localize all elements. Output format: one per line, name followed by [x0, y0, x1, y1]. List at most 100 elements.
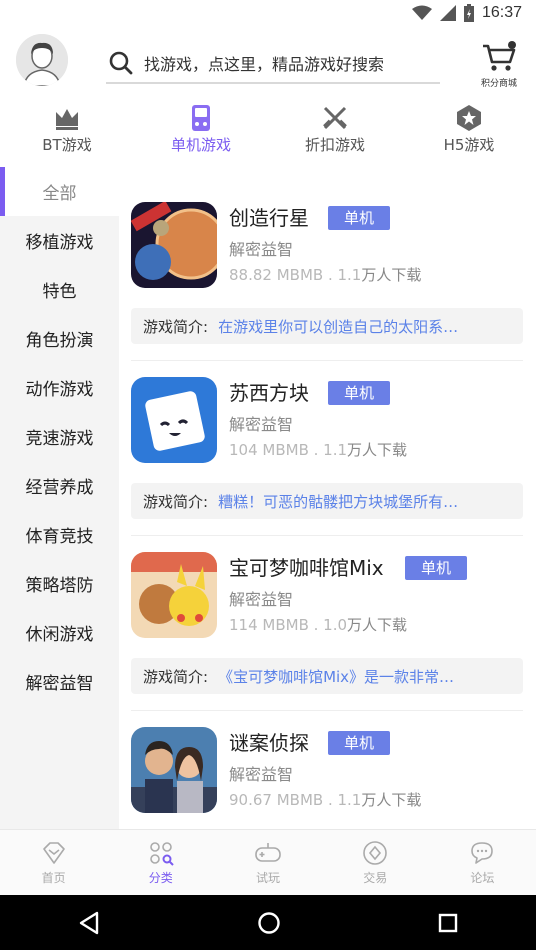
game-downloads: 万人下载: [361, 266, 422, 284]
bottom-tab-trade[interactable]: 交易: [322, 830, 429, 895]
tab-label: H5游戏: [443, 136, 495, 154]
bottom-tab-trial[interactable]: 试玩: [214, 830, 321, 895]
crossed-swords-icon: [323, 106, 347, 130]
bottom-tab-forum[interactable]: 论坛: [429, 830, 536, 895]
divider: [131, 535, 523, 536]
category-grid-icon: [149, 842, 174, 866]
list-item[interactable]: 宝可梦咖啡馆Mix 单机 解密益智 114 MBMB . 1.0万人下载 游戏简…: [131, 540, 523, 715]
bottom-tab-category[interactable]: 分类: [107, 830, 214, 895]
game-title: 谜案侦探: [229, 731, 309, 755]
standalone-badge: 单机: [328, 381, 391, 405]
game-intro[interactable]: 游戏简介: 糟糕！可恶的骷髅把方块城堡所有…: [131, 483, 523, 519]
game-meta: 90.67 MBMB . 1.1万人下载: [229, 789, 421, 810]
game-category: 解密益智: [229, 240, 294, 259]
standalone-badge: 单机: [328, 731, 391, 755]
gamepad-icon: [255, 843, 281, 862]
bottom-tab-home[interactable]: 首页: [0, 830, 107, 895]
recents-icon[interactable]: [438, 913, 458, 933]
game-size: 90.67 MBMB . 1.1: [229, 791, 362, 809]
intro-text[interactable]: 在游戏里你可以创造自己的太阳系…: [218, 316, 458, 337]
tab-label: 单机游戏: [170, 136, 231, 154]
back-icon[interactable]: [78, 911, 100, 935]
sidebar-item-racing[interactable]: 竞速游戏: [0, 412, 119, 461]
game-downloads: 万人下载: [347, 441, 408, 459]
intro-label: 游戏简介:: [143, 317, 209, 336]
header: 找游戏，点这里，精品游戏好搜索 积分商城: [0, 26, 536, 96]
bottom-tab-label: 试玩: [256, 871, 281, 885]
game-downloads: 万人下载: [361, 791, 422, 809]
search-bar[interactable]: 找游戏，点这里，精品游戏好搜索: [106, 44, 440, 84]
system-nav-bar: [0, 895, 536, 950]
gameboy-icon: [192, 105, 210, 131]
game-size: 114 MBMB . 1.0: [229, 616, 348, 634]
game-intro[interactable]: 游戏简介: 《宝可梦咖啡馆Mix》是一款非常…: [131, 658, 523, 694]
cart-icon: [483, 41, 516, 71]
game-title: 创造行星: [229, 206, 309, 230]
tab-label: 折扣游戏: [304, 136, 365, 154]
sidebar-item-ported[interactable]: 移植游戏: [0, 216, 119, 265]
game-size: 88.82 MBMB . 1.1: [229, 266, 362, 284]
category-tabs: BT游戏 单机游戏 折扣游戏 H5游戏: [0, 100, 536, 164]
points-mall-button[interactable]: 积分商城: [476, 40, 522, 89]
intro-label: 游戏简介:: [143, 667, 209, 686]
intro-label: 游戏简介:: [143, 492, 209, 511]
tab-h5-games[interactable]: H5游戏: [402, 100, 536, 164]
home-diamond-icon: [42, 842, 65, 864]
status-time: 16:37: [481, 4, 522, 21]
game-meta: 104 MBMB . 1.1万人下载: [229, 439, 407, 460]
status-bar: 16:37: [0, 0, 536, 26]
standalone-badge: 单机: [328, 206, 391, 230]
trade-coin-icon: [363, 841, 388, 865]
sidebar-item-casual[interactable]: 休闲游戏: [0, 608, 119, 657]
signal-icon: [439, 5, 456, 21]
sidebar-item-featured[interactable]: 特色: [0, 265, 119, 314]
battery-icon: [463, 4, 474, 22]
game-title: 苏西方块: [229, 381, 309, 405]
chat-bubble-icon: [471, 842, 494, 864]
list-item[interactable]: 创造行星 单机 解密益智 88.82 MBMB . 1.1万人下载 游戏简介: …: [131, 190, 523, 365]
game-list: 创造行星 单机 解密益智 88.82 MBMB . 1.1万人下载 游戏简介: …: [131, 190, 523, 890]
tab-standalone-games[interactable]: 单机游戏: [134, 100, 268, 164]
tab-discount-games[interactable]: 折扣游戏: [268, 100, 402, 164]
bottom-tab-label: 交易: [363, 871, 388, 885]
tab-bt-games[interactable]: BT游戏: [0, 100, 134, 164]
bottom-tab-label: 论坛: [470, 871, 495, 885]
divider: [131, 710, 523, 711]
game-category: 解密益智: [229, 415, 294, 434]
bottom-tab-label: 首页: [41, 871, 66, 885]
game-title: 宝可梦咖啡馆Mix: [229, 556, 384, 580]
divider: [131, 360, 523, 361]
bottom-tab-label: 分类: [148, 871, 173, 885]
bottom-tab-bar: 首页 分类 试玩 交易 论坛: [0, 829, 536, 895]
standalone-badge: 单机: [405, 556, 468, 580]
game-icon-detective[interactable]: [131, 727, 217, 813]
search-placeholder: 找游戏，点这里，精品游戏好搜索: [144, 55, 385, 74]
hexagon-star-icon: [457, 105, 481, 131]
home-icon[interactable]: [257, 911, 281, 935]
points-mall-label: 积分商城: [480, 79, 517, 89]
sidebar-item-sports[interactable]: 体育竞技: [0, 510, 119, 559]
intro-text[interactable]: 糟糕！可恶的骷髅把方块城堡所有…: [218, 491, 458, 512]
game-meta: 88.82 MBMB . 1.1万人下载: [229, 264, 421, 285]
game-icon-cube[interactable]: [131, 377, 217, 463]
sidebar-item-all[interactable]: 全部: [0, 167, 119, 216]
game-intro[interactable]: 游戏简介: 在游戏里你可以创造自己的太阳系…: [131, 308, 523, 344]
game-category: 解密益智: [229, 765, 294, 784]
intro-text[interactable]: 《宝可梦咖啡馆Mix》是一款非常…: [218, 666, 454, 687]
game-category: 解密益智: [229, 590, 294, 609]
list-item[interactable]: 苏西方块 单机 解密益智 104 MBMB . 1.1万人下载 游戏简介: 糟糕…: [131, 365, 523, 540]
category-sidebar: 全部 移植游戏 特色 角色扮演 动作游戏 竞速游戏 经营养成 体育竞技 策略塔防…: [0, 167, 119, 829]
game-downloads: 万人下载: [347, 616, 408, 634]
tab-label: BT游戏: [42, 136, 92, 154]
user-avatar-icon: [16, 34, 68, 86]
sidebar-item-strategy[interactable]: 策略塔防: [0, 559, 119, 608]
avatar[interactable]: [16, 34, 68, 86]
wifi-icon: [411, 5, 432, 20]
sidebar-item-rpg[interactable]: 角色扮演: [0, 314, 119, 363]
sidebar-item-simulation[interactable]: 经营养成: [0, 461, 119, 510]
sidebar-item-puzzle[interactable]: 解密益智: [0, 657, 119, 706]
game-icon-pokemon-cafe[interactable]: [131, 552, 217, 638]
game-icon-planet[interactable]: [131, 202, 217, 288]
sidebar-item-action[interactable]: 动作游戏: [0, 363, 119, 412]
game-size: 104 MBMB . 1.1: [229, 441, 348, 459]
